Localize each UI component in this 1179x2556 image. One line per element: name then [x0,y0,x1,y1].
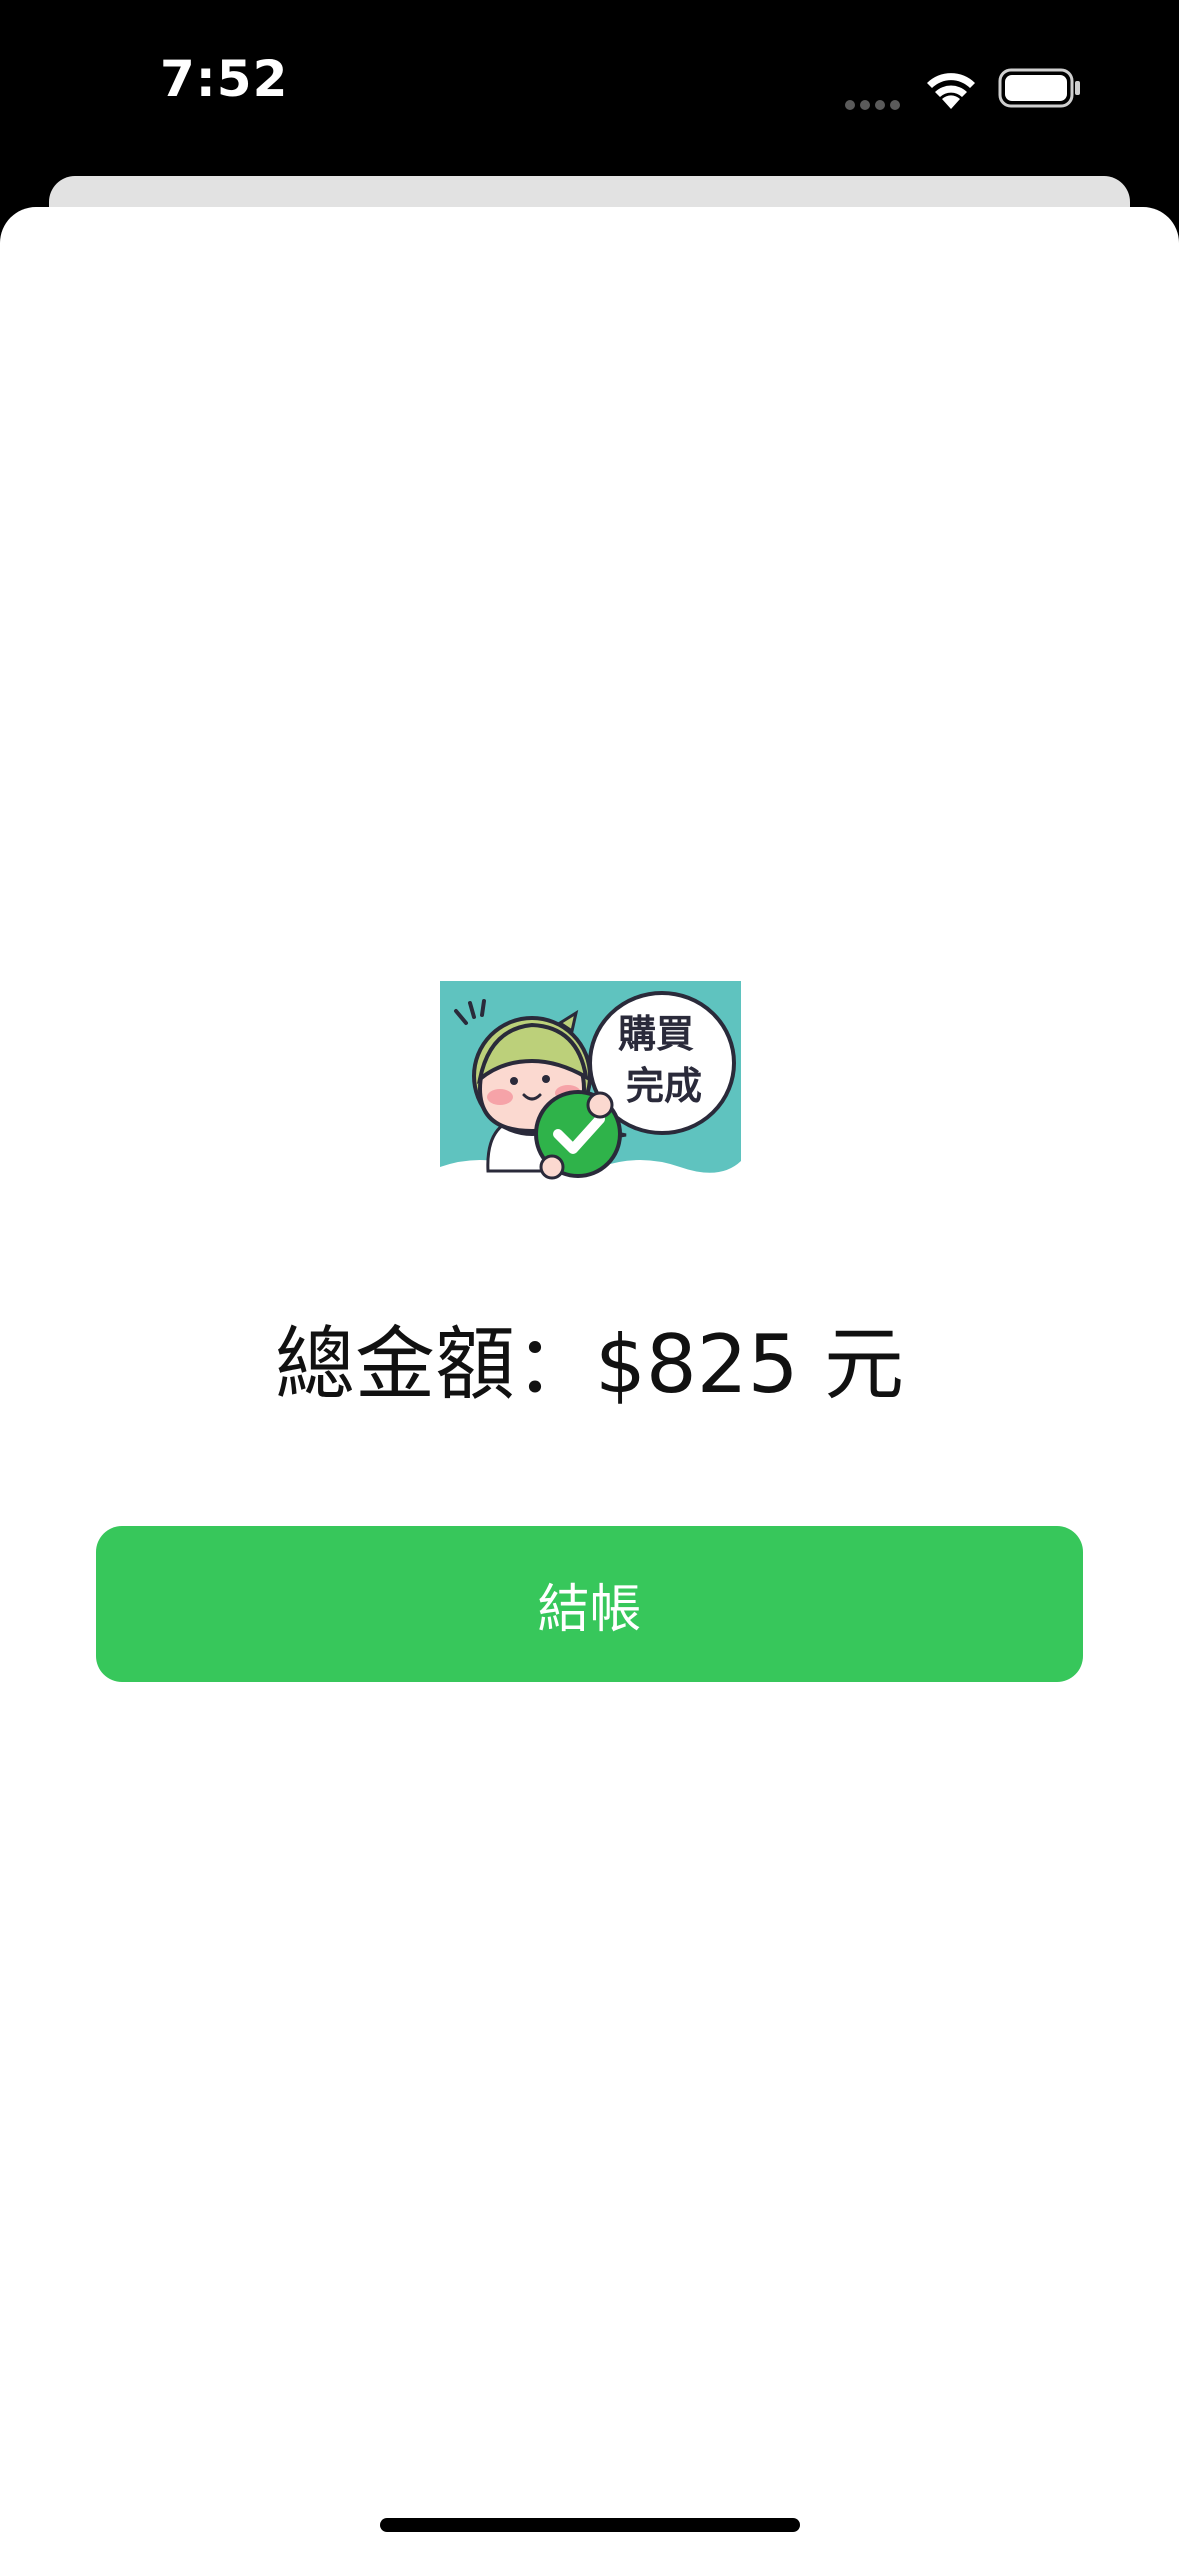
status-bar: 7:52 [0,0,1179,175]
bubble-text-line-1: 購買 [618,1012,694,1056]
status-time: 7:52 [160,50,289,108]
wifi-icon [927,73,975,109]
home-indicator[interactable] [380,2518,800,2532]
checkout-button[interactable]: 結帳 [96,1526,1083,1682]
total-amount: 總金額：$825 元 [274,1318,905,1411]
cellular-signal-icon [845,95,905,110]
bubble-text-line-2: 完成 [626,1064,702,1108]
battery-icon [998,68,1080,108]
purchase-complete-illustration: 購買 完成 [440,981,741,1180]
